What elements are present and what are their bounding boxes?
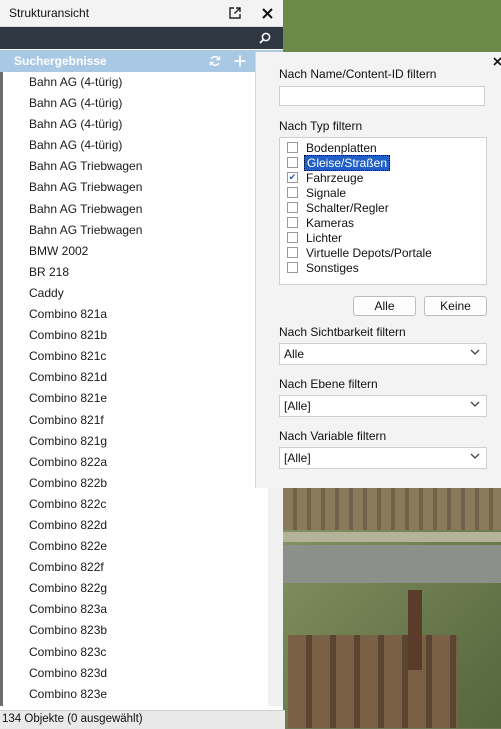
popout-icon[interactable] (226, 4, 244, 22)
factory-roofs (288, 635, 458, 728)
list-item[interactable]: Bahn AG (4-türig) (0, 135, 268, 156)
type-filter-option[interactable]: Virtuelle Depots/Portale (280, 245, 486, 260)
list-item[interactable]: Combino 821f (0, 410, 268, 431)
none-button[interactable]: Keine (424, 296, 487, 316)
visibility-filter-select[interactable]: Alle (279, 343, 487, 365)
type-filter-option[interactable]: Schalter/Regler (280, 200, 486, 215)
type-filter-option[interactable]: Kameras (280, 215, 486, 230)
results-header-label: Suchergebnisse (14, 54, 107, 68)
search-icon[interactable] (257, 29, 273, 47)
list-item[interactable]: Combino 822a (0, 452, 268, 473)
structure-view-panel: Strukturansicht Suchergebnisse Bahn AG (… (0, 0, 285, 729)
type-filter-label: Nach Typ filtern (279, 119, 363, 133)
type-filter-list: Bodenplatten Gleise/Straßen ✔ Fahrzeuge Sign… (279, 137, 487, 285)
list-item[interactable]: Combino 823f (0, 705, 268, 706)
type-filter-option-label: Virtuelle Depots/Portale (306, 245, 432, 260)
type-filter-option-label: Lichter (306, 230, 343, 245)
checkbox[interactable] (287, 262, 298, 273)
list-item[interactable]: Bahn AG (4-türig) (0, 72, 268, 93)
type-filter-option[interactable]: Lichter (280, 230, 486, 245)
sidewalk (283, 532, 501, 542)
checkbox[interactable] (287, 202, 298, 213)
type-filter-option-label: Sonstiges (306, 260, 359, 275)
status-bar: 134 Objekte (0 ausgewählt) (0, 710, 285, 729)
list-item[interactable]: Combino 822c (0, 494, 268, 515)
list-item[interactable]: Bahn AG Triebwagen (0, 220, 268, 241)
type-filter-option-label: Fahrzeuge (306, 170, 364, 185)
variable-filter-select[interactable]: [Alle] (279, 447, 487, 469)
list-item[interactable]: Combino 823b (0, 620, 268, 641)
type-filter-option[interactable]: Bodenplatten (280, 140, 486, 155)
variable-filter-label: Nach Variable filtern (279, 429, 387, 443)
type-filter-option[interactable]: Signale (280, 185, 486, 200)
type-filter-option[interactable]: Sonstiges (280, 260, 486, 275)
type-filter-option[interactable]: ✔ Fahrzeuge (280, 170, 486, 185)
list-item[interactable]: Combino 821e (0, 388, 268, 409)
list-item[interactable]: Combino 822b (0, 473, 268, 494)
visibility-filter-value: Alle (284, 347, 305, 361)
type-filter-option-label: Signale (306, 185, 347, 200)
list-item[interactable]: Combino 821g (0, 431, 268, 452)
layer-filter-value: [Alle] (284, 399, 311, 413)
visibility-filter-label: Nach Sichtbarkeit filtern (279, 325, 406, 339)
layer-filter-select[interactable]: [Alle] (279, 395, 487, 417)
chimney (408, 590, 422, 670)
layer-filter-label: Nach Ebene filtern (279, 377, 378, 391)
list-item[interactable]: Combino 821a (0, 304, 268, 325)
search-input[interactable] (4, 29, 254, 47)
list-item[interactable]: Combino 821b (0, 325, 268, 346)
checkbox[interactable] (287, 187, 298, 198)
checkbox[interactable] (287, 247, 298, 258)
list-item[interactable]: Combino 821d (0, 367, 268, 388)
list-item[interactable]: Bahn AG Triebwagen (0, 177, 268, 198)
list-item[interactable]: BMW 2002 (0, 241, 268, 262)
type-filter-option-label: Kameras (306, 215, 355, 230)
close-icon[interactable] (258, 4, 276, 22)
filter-panel: Nach Name/Content-ID filtern Nach Typ fi… (255, 52, 501, 488)
list-item[interactable]: Combino 823a (0, 599, 268, 620)
list-item[interactable]: Caddy (0, 283, 268, 304)
list-item[interactable]: Bahn AG (4-türig) (0, 93, 268, 114)
plus-icon[interactable] (232, 52, 248, 70)
list-item[interactable]: Combino 822g (0, 578, 268, 599)
type-filter-option[interactable]: Gleise/Straßen (280, 154, 486, 171)
name-filter-label: Nach Name/Content-ID filtern (279, 67, 437, 81)
refresh-icon[interactable] (207, 52, 223, 70)
list-item[interactable]: Bahn AG Triebwagen (0, 156, 268, 177)
list-item[interactable]: Combino 822d (0, 515, 268, 536)
list-item[interactable]: Bahn AG Triebwagen (0, 199, 268, 220)
filter-close-icon[interactable] (490, 54, 501, 68)
list-item[interactable]: Combino 821c (0, 346, 268, 367)
type-filter-option-label: Gleise/Straßen (304, 154, 391, 171)
results-list: Bahn AG (4-türig) Bahn AG (4-türig) Bahn A… (0, 72, 268, 706)
checkbox[interactable] (287, 217, 298, 228)
list-item[interactable]: Combino 823d (0, 663, 268, 684)
list-item[interactable]: Bahn AG (4-türig) (0, 114, 268, 135)
variable-filter-value: [Alle] (284, 451, 311, 465)
list-item[interactable]: Combino 822f (0, 557, 268, 578)
crop-field (283, 488, 501, 530)
type-filter-option-label: Schalter/Regler (306, 200, 389, 215)
list-item[interactable]: BR 218 (0, 262, 268, 283)
checkbox[interactable] (287, 232, 298, 243)
title-bar: Strukturansicht (0, 0, 283, 27)
checkbox[interactable] (287, 142, 298, 153)
terrain-field (283, 0, 501, 55)
chevron-down-icon (470, 451, 480, 464)
chevron-down-icon (470, 347, 480, 360)
list-item[interactable]: Combino 822e (0, 536, 268, 557)
results-header[interactable]: Suchergebnisse (0, 50, 283, 72)
name-filter-input[interactable] (279, 86, 485, 106)
type-filter-option-label: Bodenplatten (306, 140, 377, 155)
list-item[interactable]: Combino 823c (0, 642, 268, 663)
checkbox[interactable] (287, 157, 298, 168)
checkbox[interactable]: ✔ (287, 172, 298, 183)
window-title: Strukturansicht (9, 6, 90, 20)
all-button[interactable]: Alle (353, 296, 416, 316)
chevron-down-icon (470, 399, 480, 412)
search-bar (0, 27, 283, 49)
list-item[interactable]: Combino 823e (0, 684, 268, 705)
road (283, 545, 501, 583)
